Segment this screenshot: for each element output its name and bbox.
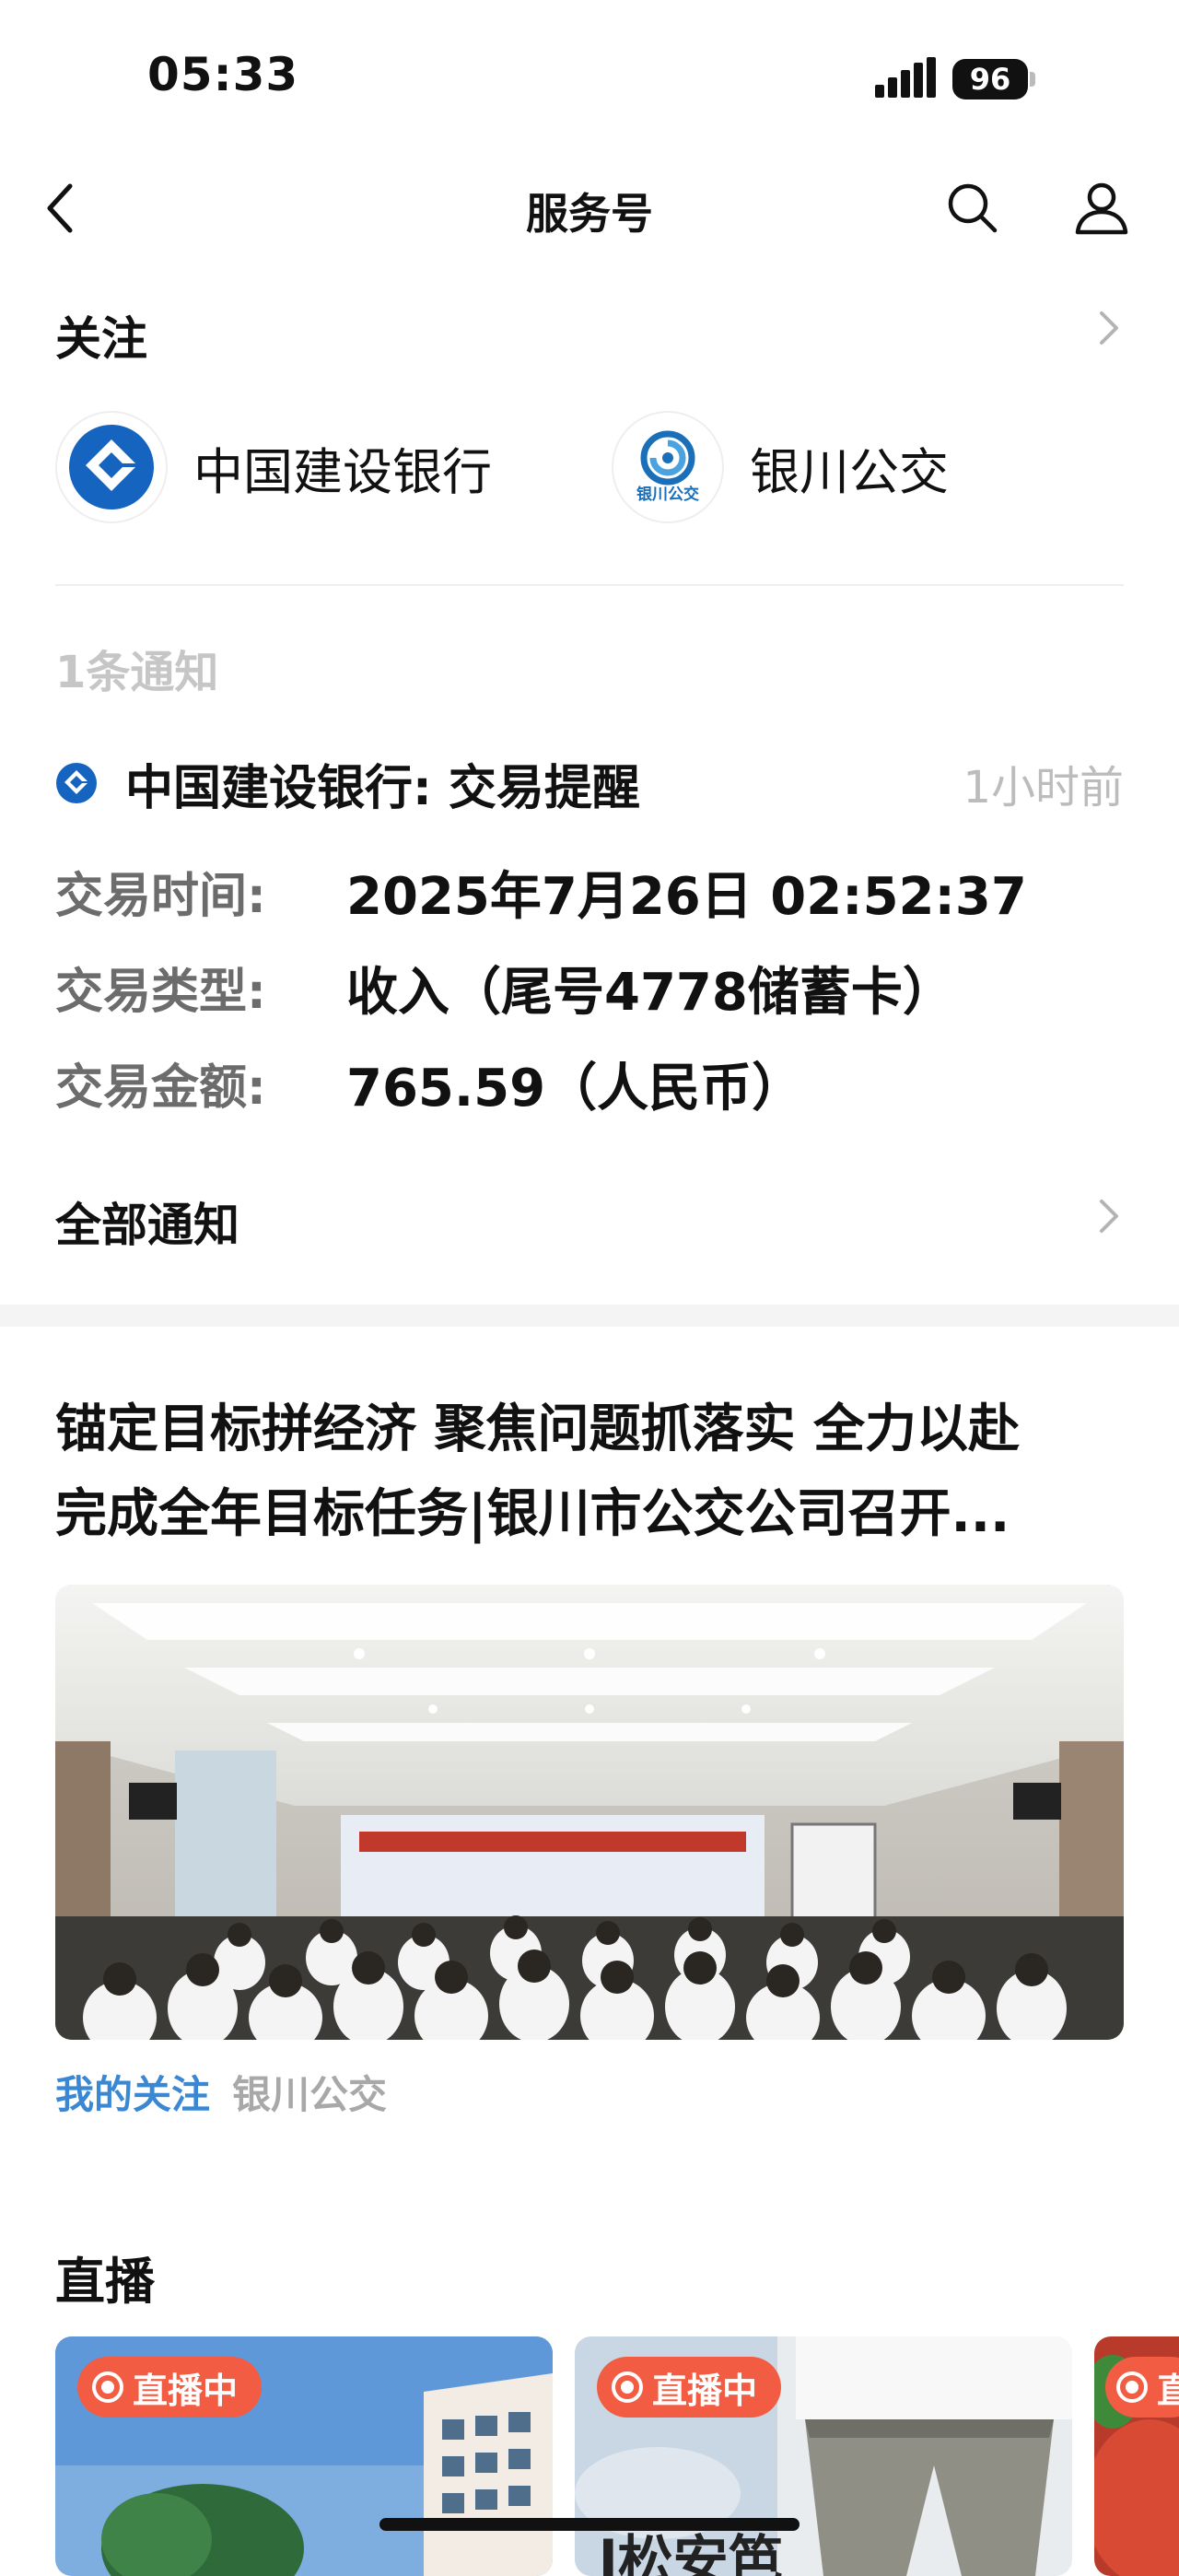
article-title-line-1: 锚定目标拼经济 聚焦问题抓落实 全力以赴	[55, 1399, 1020, 1459]
detail-value-amount: 765.59（人民币）	[346, 1059, 804, 1118]
all-notifications-link[interactable]: 全部通知	[55, 1188, 239, 1255]
search-icon[interactable]	[945, 181, 1000, 236]
live-dot-icon	[612, 2371, 643, 2403]
live-card[interactable]: 直播中 l松安笆	[575, 2336, 1072, 2576]
my-follow-tag[interactable]: 我的关注	[55, 2072, 210, 2117]
followed-account-name: 银川公交	[750, 442, 949, 501]
follow-more-chevron-icon[interactable]	[1098, 308, 1120, 348]
live-heading: 直播	[55, 2253, 155, 2311]
section-separator	[0, 1305, 1179, 1327]
live-dot-icon	[92, 2371, 123, 2403]
article-source-row: 我的关注 银川公交	[55, 2064, 387, 2120]
battery-icon: 96	[952, 59, 1028, 100]
followed-account-yinchuan-bus[interactable]: 银川公交 银川公交	[612, 411, 949, 523]
followed-account-name: 中国建设银行	[193, 442, 492, 501]
live-badge-label: 直	[1157, 2370, 1179, 2411]
notification-time: 1小时前	[963, 762, 1124, 814]
status-time: 05:33	[147, 48, 299, 101]
divider	[55, 584, 1124, 586]
detail-label-time: 交易时间:	[55, 869, 266, 924]
cellular-signal-icon	[875, 57, 936, 98]
live-badge-label: 直播中	[652, 2370, 758, 2411]
article-source-name[interactable]: 银川公交	[232, 2072, 387, 2117]
profile-icon[interactable]	[1072, 179, 1131, 238]
live-badge: 直	[1105, 2357, 1179, 2418]
followed-account-ccb[interactable]: 中国建设银行	[55, 411, 492, 523]
yinchuan-bus-logo-icon: 银川公交	[612, 411, 724, 523]
article-title-line-2: 完成全年目标任务|银川市公交公司召开...	[55, 1484, 1010, 1544]
detail-value-time: 2025年7月26日 02:52:37	[346, 867, 1027, 927]
detail-label-type: 交易类型:	[55, 965, 266, 1020]
notification-title: 中国建设银行: 交易提醒	[125, 760, 640, 816]
page-title: 服务号	[526, 189, 653, 239]
article-cover-image[interactable]	[55, 1585, 1124, 2040]
ccb-logo-icon	[55, 411, 168, 523]
live-card[interactable]: 直	[1094, 2336, 1179, 2576]
live-badge-label: 直播中	[133, 2370, 239, 2411]
yinchuan-bus-logo-text: 银川公交	[636, 486, 699, 504]
battery-nub	[1030, 72, 1035, 87]
ccb-small-logo-icon	[56, 763, 97, 803]
article-title[interactable]: 锚定目标拼经济 聚焦问题抓落实 全力以赴 完成全年目标任务|银川市公交公司召开.…	[55, 1388, 1124, 1557]
live-dot-icon	[1116, 2371, 1148, 2403]
live-card[interactable]: 直播中	[55, 2336, 553, 2576]
all-notifications-chevron-icon[interactable]	[1098, 1196, 1120, 1236]
live-badge: 直播中	[597, 2357, 782, 2418]
notification-count: 1条通知	[55, 647, 219, 698]
follow-heading: 关注	[55, 312, 147, 366]
live-badge: 直播中	[77, 2357, 263, 2418]
home-indicator[interactable]	[379, 2518, 800, 2531]
detail-label-amount: 交易金额:	[55, 1060, 266, 1116]
notification-header[interactable]: 中国建设银行: 交易提醒 1小时前	[55, 746, 1124, 820]
detail-value-type: 收入（尾号4778储蓄卡）	[346, 963, 954, 1023]
